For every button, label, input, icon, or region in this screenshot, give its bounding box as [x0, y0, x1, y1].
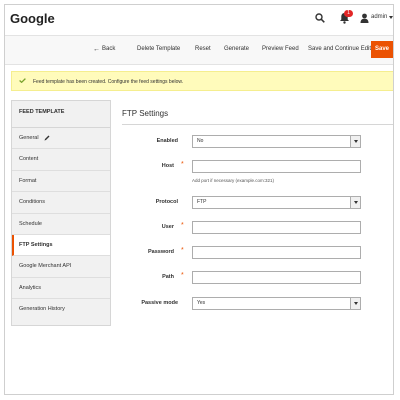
success-message: Feed template has been created. Configur…: [11, 71, 393, 91]
required-asterisk: *: [181, 272, 184, 279]
password-label: Password: [148, 249, 174, 255]
user-menu-name[interactable]: admin: [371, 14, 387, 20]
sidebar-item-label: Content: [19, 156, 39, 163]
sidebar-item-format[interactable]: Format: [12, 171, 110, 193]
user-field[interactable]: [192, 221, 361, 234]
feed-template-sidebar: FEED TEMPLATE General Content Format Con…: [11, 100, 111, 326]
user-icon[interactable]: [360, 13, 369, 23]
check-icon: [19, 78, 26, 83]
page-header: Google 1 admin: [5, 5, 393, 35]
sidebar-item-label: FTP Settings: [19, 241, 53, 248]
host-hint: Add port if necessary (example.com:321): [192, 178, 275, 183]
passive-mode-select[interactable]: Yes: [192, 297, 361, 310]
page-title: Google: [10, 11, 55, 26]
sidebar-item-content[interactable]: Content: [12, 149, 110, 171]
sidebar-item-conditions[interactable]: Conditions: [12, 192, 110, 214]
sidebar-item-general[interactable]: General: [12, 128, 110, 150]
host-label: Host: [161, 163, 174, 169]
delete-template-button[interactable]: Delete Template: [137, 46, 180, 52]
path-field[interactable]: [192, 271, 361, 284]
pencil-icon: [44, 135, 50, 141]
password-field[interactable]: [192, 246, 361, 259]
section-divider: [122, 124, 393, 125]
admin-window: Google 1 admin ← Back Delete Template Re…: [4, 4, 394, 395]
generate-button[interactable]: Generate: [224, 46, 249, 52]
sidebar-item-label: Format: [19, 177, 37, 184]
sidebar-item-ftp-settings[interactable]: FTP Settings: [12, 234, 110, 257]
sidebar-item-label: General: [19, 135, 39, 141]
sidebar-item-label: Schedule: [19, 220, 42, 227]
chevron-down-icon: [350, 136, 360, 147]
enabled-select-value: No: [197, 138, 204, 144]
protocol-label: Protocol: [155, 199, 178, 205]
sidebar-item-google-merchant-api[interactable]: Google Merchant API: [12, 256, 110, 278]
arrow-left-icon[interactable]: ←: [93, 46, 100, 53]
sidebar-item-analytics[interactable]: Analytics: [12, 278, 110, 300]
required-asterisk: *: [181, 161, 184, 168]
sidebar-item-generation-history[interactable]: Generation History: [12, 299, 110, 320]
section-title: FTP Settings: [122, 109, 169, 118]
save-button[interactable]: Save: [371, 41, 393, 58]
host-field[interactable]: [192, 160, 361, 173]
page-actions-bar: ← Back Delete Template Reset Generate Pr…: [5, 35, 393, 65]
chevron-down-icon[interactable]: [389, 16, 393, 19]
protocol-select-value: FTP: [197, 199, 207, 205]
user-label: User: [161, 224, 174, 230]
sidebar-item-schedule[interactable]: Schedule: [12, 214, 110, 235]
preview-feed-button[interactable]: Preview Feed: [262, 46, 299, 52]
sidebar-item-label: Google Merchant API: [19, 263, 72, 270]
success-message-text: Feed template has been created. Configur…: [33, 79, 184, 85]
enabled-label: Enabled: [156, 138, 178, 144]
passive-mode-select-value: Yes: [197, 300, 206, 306]
protocol-select[interactable]: FTP: [192, 196, 361, 209]
sidebar-item-label: Analytics: [19, 284, 42, 291]
chevron-down-icon: [350, 197, 360, 208]
path-label: Path: [162, 274, 174, 280]
enabled-select[interactable]: No: [192, 135, 361, 148]
chevron-down-icon: [350, 298, 360, 309]
required-asterisk: *: [181, 222, 184, 229]
passive-mode-label: Passive mode: [141, 300, 178, 306]
sidebar-heading: FEED TEMPLATE: [12, 101, 110, 128]
notification-count-badge: 1: [344, 10, 353, 17]
sidebar-item-label: Conditions: [19, 199, 45, 206]
search-icon[interactable]: [315, 13, 325, 23]
save-continue-button[interactable]: Save and Continue Edit: [308, 46, 371, 52]
required-asterisk: *: [181, 247, 184, 254]
sidebar-item-label: Generation History: [19, 306, 65, 313]
back-button[interactable]: Back: [102, 46, 115, 52]
reset-button[interactable]: Reset: [195, 46, 211, 52]
